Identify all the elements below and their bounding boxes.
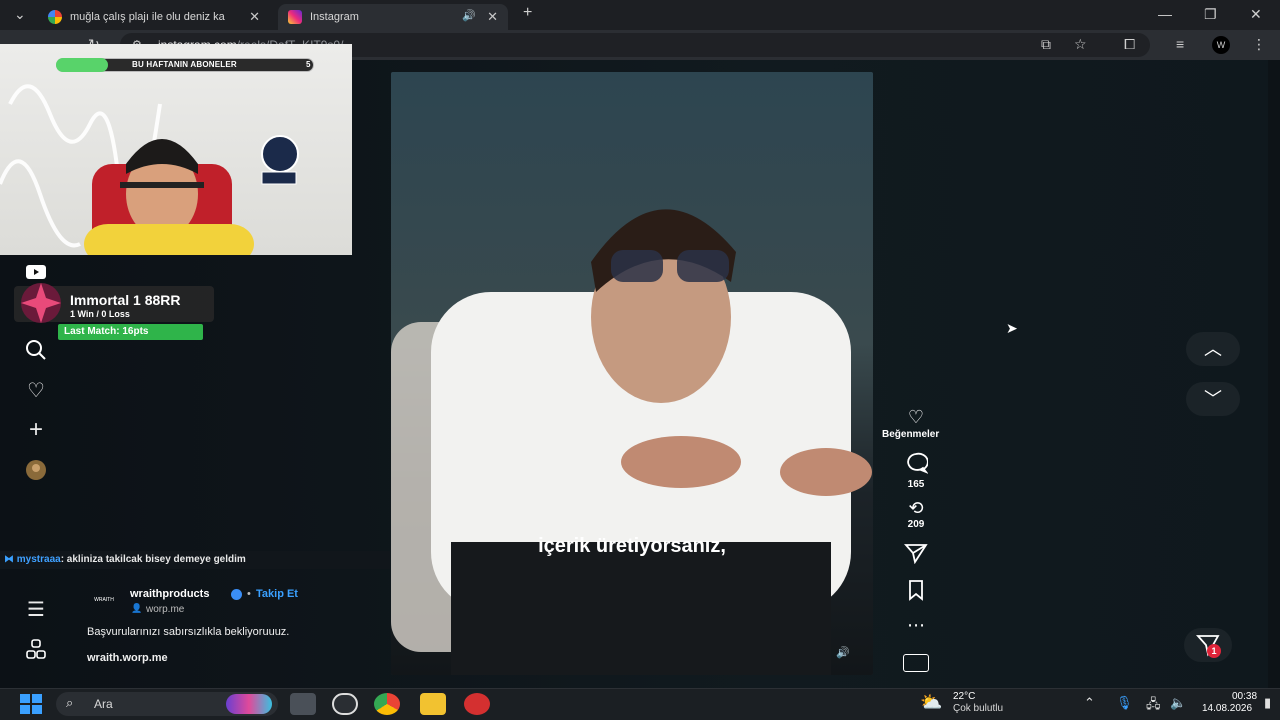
bookmark-icon[interactable] bbox=[904, 579, 928, 601]
windows-start-icon[interactable] bbox=[20, 694, 42, 714]
minimize-button[interactable]: — bbox=[1158, 6, 1172, 22]
browser-tab-strip: ⌄ muğla çalış plajı ile olu deniz ka ✕ I… bbox=[0, 0, 1280, 30]
google-favicon-icon bbox=[48, 10, 62, 24]
search-icon: ⌕ bbox=[66, 695, 74, 710]
more-options-action[interactable]: ⋯ bbox=[897, 614, 935, 636]
subscriber-goal-count: 5 bbox=[306, 60, 311, 69]
reel-subtitle: içerik üretiyorsanız, bbox=[538, 535, 726, 557]
separator-dot: • bbox=[247, 588, 251, 600]
messages-icon[interactable] bbox=[1184, 628, 1232, 662]
speaker-icon[interactable]: 🔈 bbox=[1170, 695, 1186, 711]
search-icon[interactable] bbox=[24, 339, 48, 363]
messages-badge: 1 bbox=[1207, 644, 1221, 658]
link-person-icon: 👤 bbox=[131, 603, 143, 613]
create-plus-icon[interactable]: + bbox=[24, 418, 48, 442]
page-scrollbar[interactable] bbox=[1268, 60, 1280, 688]
webcam-scene bbox=[0, 84, 299, 255]
extensions-icon[interactable]: ⧠ bbox=[1124, 36, 1135, 53]
chrome-taskbar-icon[interactable] bbox=[374, 693, 400, 715]
close-tab-icon[interactable]: ✕ bbox=[487, 9, 498, 25]
repost-action[interactable]: ⟲ 209 bbox=[897, 497, 935, 530]
weather-description[interactable]: Çok bulutlu bbox=[953, 703, 1003, 714]
more-dots-icon[interactable]: ⋯ bbox=[897, 614, 935, 636]
likes-label[interactable]: Beğenmeler bbox=[882, 429, 939, 440]
tab-muğla[interactable]: muğla çalış plajı ile olu deniz ka ✕ bbox=[38, 4, 270, 30]
media-controls-icon[interactable]: ≡ bbox=[1176, 36, 1184, 52]
save-action[interactable] bbox=[897, 579, 935, 606]
like-action[interactable]: ♡ bbox=[897, 406, 935, 428]
last-match-badge: Last Match: 16pts bbox=[58, 324, 203, 340]
weather-temperature[interactable]: 22°C bbox=[953, 691, 975, 702]
instagram-favicon-icon bbox=[288, 10, 302, 24]
streamer-webcam bbox=[0, 44, 352, 255]
taskbar-search-placeholder[interactable]: Ara bbox=[94, 697, 113, 711]
subscriber-goal-label: BU HAFTANIN ABONELER bbox=[132, 60, 237, 69]
restore-button[interactable]: ❐ bbox=[1204, 6, 1217, 23]
heart-icon[interactable]: ♡ bbox=[897, 406, 935, 428]
file-explorer-icon[interactable] bbox=[420, 693, 446, 715]
audio-thumbnail[interactable] bbox=[903, 654, 929, 672]
reel-video[interactable] bbox=[391, 72, 873, 675]
immortal-rank-icon bbox=[21, 283, 61, 323]
subscriber-goal-fill bbox=[56, 58, 108, 72]
follow-button[interactable]: Takip Et bbox=[256, 588, 298, 600]
microphone-icon[interactable]: 🎙 bbox=[1116, 695, 1133, 711]
threads-apps-icon[interactable] bbox=[24, 638, 48, 662]
reel-video-frame bbox=[391, 72, 873, 675]
share-action[interactable] bbox=[897, 542, 935, 569]
comment-icon[interactable] bbox=[904, 452, 929, 475]
tab-label: muğla çalış plajı ile olu deniz ka bbox=[70, 11, 225, 23]
tab-instagram[interactable]: Instagram 🔊 ✕ bbox=[278, 4, 508, 30]
previous-reel-button[interactable]: ︿ bbox=[1186, 332, 1240, 366]
bookmark-star-icon[interactable]: ☆ bbox=[1074, 36, 1087, 53]
messages-button[interactable] bbox=[1184, 628, 1232, 662]
browser-menu-icon[interactable]: ⋮ bbox=[1252, 36, 1266, 53]
tab-search-chevron-icon[interactable]: ⌄ bbox=[14, 6, 26, 23]
verified-badge-icon bbox=[231, 589, 242, 600]
heart-icon[interactable]: ♡ bbox=[24, 379, 48, 403]
rank-title: Immortal 1 88RR bbox=[70, 292, 181, 308]
new-tab-button[interactable]: + bbox=[523, 4, 532, 22]
notifications-icon[interactable]: ▮ bbox=[1264, 695, 1271, 711]
close-window-button[interactable]: ✕ bbox=[1250, 6, 1262, 23]
app-icon[interactable] bbox=[332, 693, 358, 715]
chat-badge-icon: ⧓ bbox=[4, 554, 14, 565]
app-red-icon[interactable] bbox=[464, 693, 490, 715]
post-description: Başvurularınızı sabırsızlıkla bekliyoruu… bbox=[87, 626, 290, 638]
search-highlight-image bbox=[226, 694, 272, 714]
chat-username: mystraaa bbox=[16, 554, 61, 565]
volume-icon[interactable]: 🔊 bbox=[836, 646, 850, 659]
profile-avatar[interactable]: W bbox=[1212, 36, 1230, 54]
comment-count: 165 bbox=[907, 479, 925, 490]
install-app-icon[interactable]: ⧉ bbox=[1041, 36, 1051, 53]
close-tab-icon[interactable]: ✕ bbox=[249, 9, 260, 25]
post-author[interactable]: wraithproducts bbox=[130, 588, 209, 600]
clock-time[interactable]: 00:38 bbox=[1232, 691, 1257, 702]
profile-avatar-icon[interactable] bbox=[24, 458, 48, 482]
brand-logo[interactable]: WRAITH bbox=[87, 592, 121, 608]
chat-text: : akliniza takilcak bisey demeye geldim bbox=[60, 554, 246, 565]
next-reel-button[interactable]: ﹀ bbox=[1186, 382, 1240, 416]
weather-cloudy-icon: ⛅ bbox=[920, 692, 943, 712]
clock-date[interactable]: 14.08.2026 bbox=[1202, 703, 1252, 714]
post-link[interactable]: wraith.worp.me bbox=[87, 652, 168, 664]
profile-site-link[interactable]: worp.me bbox=[146, 604, 184, 615]
comment-action[interactable]: 165 bbox=[897, 452, 935, 490]
task-view-icon[interactable] bbox=[290, 693, 316, 715]
audio-playing-icon[interactable]: 🔊 bbox=[462, 9, 476, 22]
repost-icon[interactable]: ⟲ bbox=[897, 497, 935, 519]
stream-chat-message: ⧓ mystraaa: akliniza takilcak bisey deme… bbox=[0, 551, 390, 569]
repost-count: 209 bbox=[907, 519, 925, 530]
rank-record: 1 Win / 0 Loss bbox=[70, 309, 130, 319]
tab-label: Instagram bbox=[310, 11, 359, 23]
send-icon[interactable] bbox=[904, 542, 928, 565]
more-menu-icon[interactable]: ☰ bbox=[24, 598, 48, 622]
tray-chevron-icon[interactable]: ⌃ bbox=[1084, 695, 1095, 711]
mouse-cursor-icon: ➤ bbox=[1006, 320, 1018, 336]
network-icon[interactable]: 🖧 bbox=[1146, 695, 1161, 717]
